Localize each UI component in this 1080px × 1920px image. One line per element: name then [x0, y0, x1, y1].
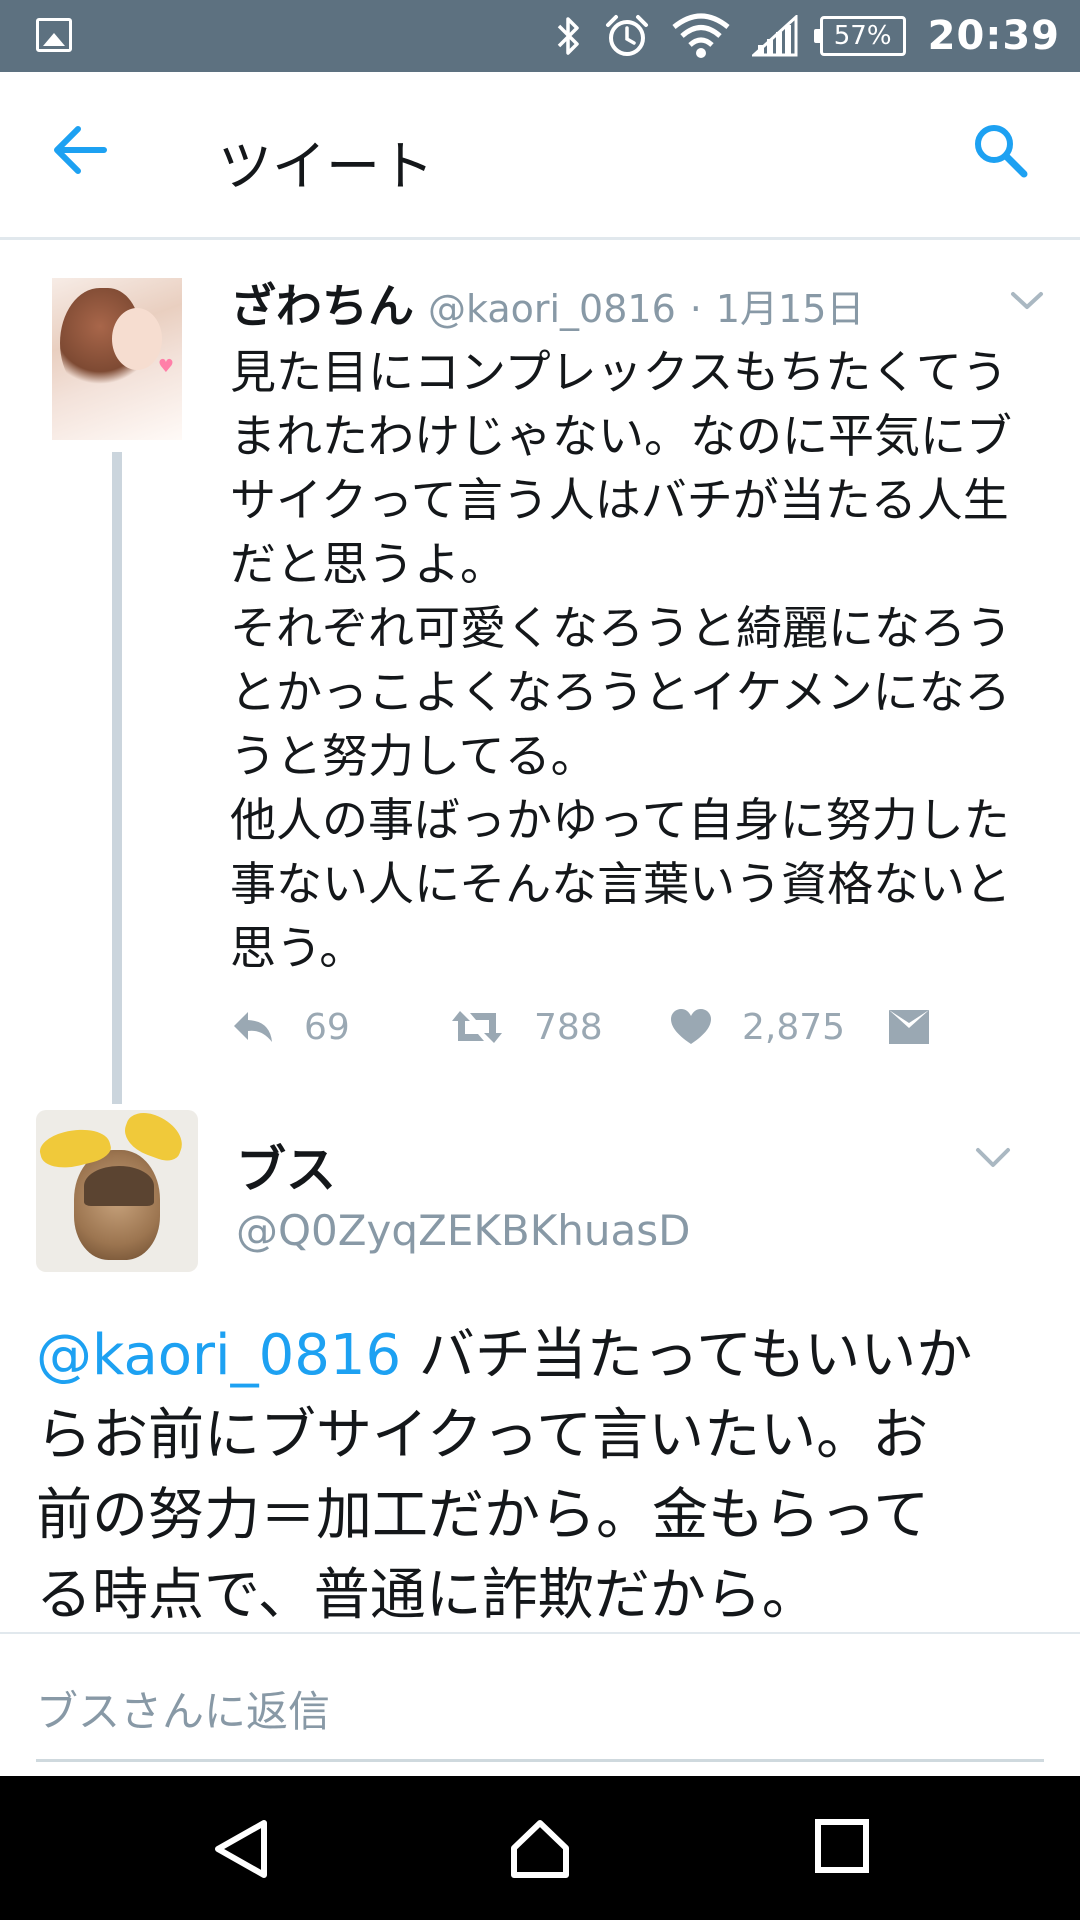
status-time: 20:39: [927, 13, 1060, 59]
reply-count: 69: [304, 1006, 350, 1048]
mention-link[interactable]: @kaori_0816: [36, 1323, 401, 1388]
retweet-icon: [452, 1011, 502, 1043]
reply-button[interactable]: 69: [230, 1002, 350, 1052]
thread-line: [112, 452, 122, 1104]
display-name[interactable]: ブス: [236, 1130, 336, 1202]
envelope-icon: [889, 1010, 929, 1044]
user-handle[interactable]: @kaori_0816: [428, 287, 676, 331]
heart-decoration: ♥: [157, 356, 174, 377]
reply-input[interactable]: ブスさんに返信: [36, 1672, 1044, 1762]
tweet-text: 見た目にコンプレックスもちたくてう まれたわけじゃない。なのに平気にブ サイクっ…: [230, 345, 1012, 975]
reply-icon: [234, 1012, 272, 1042]
gallery-icon: [36, 18, 72, 52]
tweet-text: @kaori_0816 バチ当たってもいいか らお前にブサイクって言いたい。お …: [36, 1323, 973, 1628]
tweet-date[interactable]: 1月15日: [716, 278, 865, 333]
like-count: 2,875: [742, 1006, 846, 1048]
chevron-down-icon[interactable]: [975, 1146, 1011, 1170]
like-button[interactable]: 2,875: [670, 1002, 845, 1052]
direct-message-button[interactable]: [888, 1002, 930, 1052]
battery-icon: 57%: [813, 16, 906, 56]
avatar[interactable]: [36, 1110, 198, 1272]
bluetooth-icon: [557, 17, 579, 55]
back-triangle-icon[interactable]: [212, 1818, 270, 1880]
recents-square-icon[interactable]: [814, 1818, 870, 1874]
retweet-button[interactable]: 788: [450, 1002, 603, 1052]
user-handle[interactable]: @Q0ZyqZEKBKhuasD: [236, 1206, 690, 1255]
page-title: ツイート: [218, 135, 434, 198]
arrow-left-icon[interactable]: [52, 124, 108, 176]
search-icon[interactable]: [972, 122, 1028, 178]
home-icon[interactable]: [508, 1818, 572, 1880]
alarm-icon: [605, 15, 648, 56]
status-icons: 57% 20:39: [556, 0, 1060, 72]
wifi-icon: [672, 13, 730, 58]
avatar[interactable]: ♥: [52, 278, 182, 440]
app-bar: ツイート: [0, 72, 1080, 240]
status-bar: 57% 20:39: [0, 0, 1080, 72]
display-name[interactable]: ざわちん: [230, 270, 414, 336]
navigation-bar: [0, 1776, 1080, 1920]
divider: [0, 1632, 1080, 1634]
chevron-down-icon[interactable]: [1010, 290, 1044, 312]
retweet-count: 788: [534, 1006, 603, 1048]
heart-icon: [671, 1009, 711, 1044]
meta-separator: ·: [689, 287, 702, 331]
signal-icon: [751, 15, 798, 57]
tweet-header: ざわちん @kaori_0816 · 1月15日: [230, 270, 864, 336]
battery-percent: 57%: [833, 21, 892, 51]
